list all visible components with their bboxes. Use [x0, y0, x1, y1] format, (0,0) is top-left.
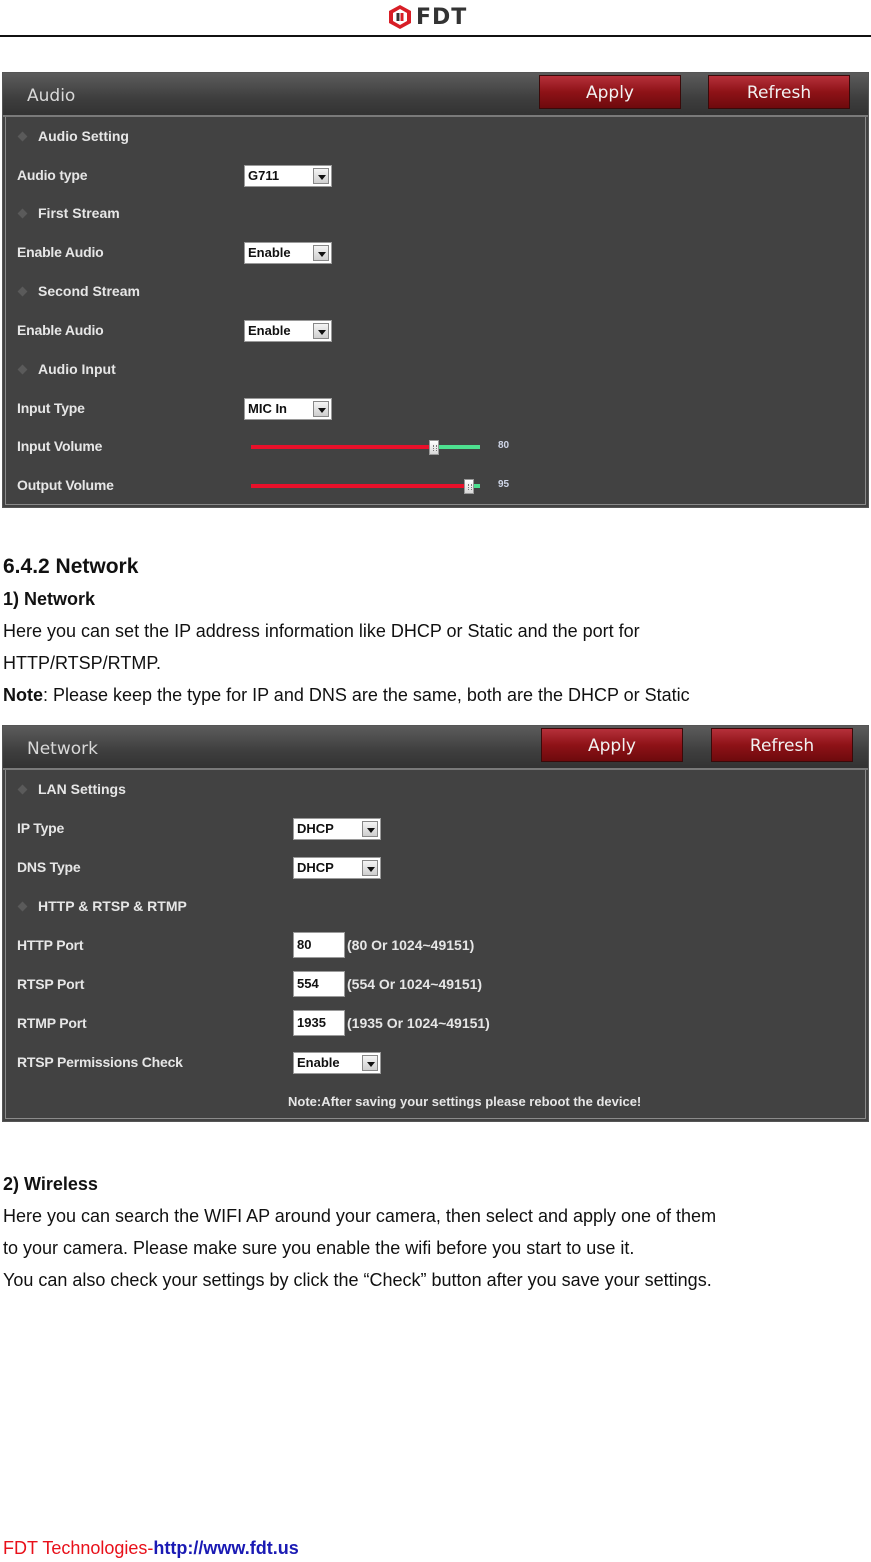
rtsp-permissions-label: RTSP Permissions Check: [17, 1054, 183, 1070]
slider-fill: [251, 484, 469, 488]
section-ports: HTTP & RTSP & RTMP: [17, 898, 187, 914]
output-volume-value: 95: [498, 479, 510, 490]
second-enable-audio-select[interactable]: Enable: [244, 320, 332, 342]
apply-button[interactable]: Apply: [539, 75, 681, 109]
audio-panel-title: Audio: [27, 86, 76, 106]
wireless-line2: to your camera. Please make sure you ena…: [3, 1238, 635, 1258]
output-volume-slider[interactable]: [251, 479, 480, 494]
input-volume-slider[interactable]: [251, 440, 480, 455]
rtmp-port-hint: (1935 Or 1024~49151): [347, 1015, 490, 1031]
dns-type-select[interactable]: DHCP: [293, 857, 381, 879]
refresh-button[interactable]: Refresh: [708, 75, 850, 109]
fdt-logo: FDT: [388, 4, 467, 30]
section-label: First Stream: [38, 205, 120, 221]
audio-type-label: Audio type: [17, 167, 88, 183]
note-label: Note: [3, 685, 43, 705]
input-type-select[interactable]: MIC In: [244, 398, 332, 420]
note-text: : Please keep the type for IP and DNS ar…: [43, 685, 690, 705]
header-divider: [0, 35, 871, 37]
input-type-value: MIC In: [248, 401, 287, 416]
ip-type-value: DHCP: [297, 821, 334, 836]
sub-heading-network: 1) Network: [3, 589, 96, 609]
network-paragraph-line2: HTTP/RTSP/RTMP.: [3, 653, 162, 673]
slider-handle[interactable]: [464, 479, 474, 494]
section-label: Audio Input: [38, 361, 116, 377]
slider-fill: [251, 445, 434, 449]
audio-panel-header: Audio Apply Refresh: [3, 73, 868, 117]
fdt-hexagon-logo-icon: [389, 5, 411, 29]
audio-type-select[interactable]: G711: [244, 165, 332, 187]
bullet-diamond-icon: [17, 131, 28, 141]
chevron-down-icon[interactable]: [362, 1055, 378, 1071]
bullet-diamond-icon: [17, 208, 28, 218]
second-enable-audio-label: Enable Audio: [17, 322, 104, 338]
page-footer: FDT Technologies-http://www.fdt.us: [3, 1538, 299, 1559]
output-volume-label: Output Volume: [17, 477, 114, 493]
bullet-diamond-icon: [17, 901, 28, 911]
first-enable-audio-label: Enable Audio: [17, 244, 104, 260]
network-panel-header: Network Apply Refresh: [3, 726, 868, 770]
http-port-input[interactable]: 80: [293, 932, 345, 958]
network-note: Note: Please keep the type for IP and DN…: [3, 685, 690, 706]
rtsp-port-label: RTSP Port: [17, 976, 85, 992]
section-heading-network: 6.4.2 Network: [3, 555, 139, 578]
bullet-diamond-icon: [17, 286, 28, 296]
reboot-note: Note:After saving your settings please r…: [288, 1094, 642, 1109]
refresh-button[interactable]: Refresh: [711, 728, 853, 762]
wireless-line1: Here you can search the WIFI AP around y…: [3, 1206, 717, 1226]
network-panel: Network Apply Refresh LAN Settings IP Ty…: [2, 725, 869, 1122]
footer-company: FDT Technologies-: [3, 1538, 154, 1558]
dns-type-label: DNS Type: [17, 859, 81, 875]
ip-type-select[interactable]: DHCP: [293, 818, 381, 840]
section-label: LAN Settings: [38, 781, 126, 797]
audio-panel: Audio Apply Refresh Audio Setting Audio …: [2, 72, 869, 508]
input-volume-label: Input Volume: [17, 438, 103, 454]
chevron-down-icon[interactable]: [313, 245, 329, 261]
section-label: Second Stream: [38, 283, 140, 299]
chevron-down-icon[interactable]: [313, 323, 329, 339]
bullet-diamond-icon: [17, 784, 28, 794]
bullet-diamond-icon: [17, 364, 28, 374]
rtsp-port-input[interactable]: 554: [293, 971, 345, 997]
rtmp-port-input[interactable]: 1935: [293, 1010, 345, 1036]
rtsp-permissions-select[interactable]: Enable: [293, 1052, 381, 1074]
sub-heading-wireless: 2) Wireless: [3, 1174, 98, 1194]
chevron-down-icon[interactable]: [313, 401, 329, 417]
network-panel-title: Network: [27, 739, 98, 759]
section-audio-input: Audio Input: [17, 361, 116, 377]
dns-type-value: DHCP: [297, 860, 334, 875]
second-enable-audio-value: Enable: [248, 323, 291, 338]
network-paragraph-line1: Here you can set the IP address informat…: [3, 621, 640, 641]
section-label: Audio Setting: [38, 128, 129, 144]
first-enable-audio-select[interactable]: Enable: [244, 242, 332, 264]
slider-handle[interactable]: [429, 440, 439, 455]
footer-url-link[interactable]: http://www.fdt.us: [153, 1538, 298, 1558]
chevron-down-icon[interactable]: [313, 168, 329, 184]
rtsp-port-hint: (554 Or 1024~49151): [347, 976, 483, 992]
http-port-hint: (80 Or 1024~49151): [347, 937, 475, 953]
wireless-line3: You can also check your settings by clic…: [3, 1270, 712, 1290]
section-audio-setting: Audio Setting: [17, 128, 129, 144]
http-port-label: HTTP Port: [17, 937, 84, 953]
first-enable-audio-value: Enable: [248, 245, 291, 260]
section-first-stream: First Stream: [17, 205, 120, 221]
chevron-down-icon[interactable]: [362, 860, 378, 876]
ip-type-label: IP Type: [17, 820, 65, 836]
input-volume-value: 80: [498, 440, 510, 451]
audio-type-value: G711: [248, 168, 280, 183]
section-second-stream: Second Stream: [17, 283, 140, 299]
rtmp-port-label: RTMP Port: [17, 1015, 87, 1031]
apply-button[interactable]: Apply: [541, 728, 683, 762]
section-lan-settings: LAN Settings: [17, 781, 126, 797]
section-label: HTTP & RTSP & RTMP: [38, 898, 187, 914]
input-type-label: Input Type: [17, 400, 85, 416]
chevron-down-icon[interactable]: [362, 821, 378, 837]
slider-track-remaining: [434, 445, 480, 449]
logo-text: FDT: [416, 4, 468, 30]
rtsp-permissions-value: Enable: [297, 1055, 340, 1070]
